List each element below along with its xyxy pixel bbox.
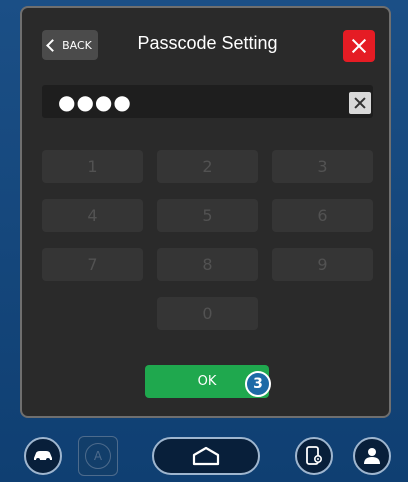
passcode-dialog: BACK Passcode Setting ●●●● 1 2 3 4 5 6 7… bbox=[20, 6, 391, 418]
home-button[interactable] bbox=[152, 437, 260, 475]
keypad-key-6[interactable]: 6 bbox=[272, 199, 373, 232]
phone-settings-icon bbox=[306, 446, 323, 465]
passcode-masked-value: ●●●● bbox=[58, 90, 132, 114]
keypad-key-4[interactable]: 4 bbox=[42, 199, 143, 232]
keypad-key-3[interactable]: 3 bbox=[272, 150, 373, 183]
keypad-key-5[interactable]: 5 bbox=[157, 199, 258, 232]
auto-button[interactable]: A bbox=[78, 436, 118, 476]
user-button[interactable] bbox=[353, 437, 391, 475]
keypad-key-7[interactable]: 7 bbox=[42, 248, 143, 281]
clear-icon[interactable] bbox=[349, 92, 371, 114]
car-icon bbox=[34, 451, 52, 462]
keypad-key-8[interactable]: 8 bbox=[157, 248, 258, 281]
close-icon[interactable] bbox=[343, 30, 375, 62]
auto-label: A bbox=[93, 449, 103, 463]
keypad-key-0[interactable]: 0 bbox=[157, 297, 258, 330]
screen-background: BACK Passcode Setting ●●●● 1 2 3 4 5 6 7… bbox=[0, 0, 408, 482]
auto-icon: A bbox=[85, 443, 111, 469]
step-badge: 3 bbox=[245, 371, 271, 397]
keypad-key-1[interactable]: 1 bbox=[42, 150, 143, 183]
dialog-title: Passcode Setting bbox=[137, 33, 278, 53]
user-icon bbox=[364, 448, 380, 464]
bottom-dock: A bbox=[0, 424, 408, 482]
keypad-key-9[interactable]: 9 bbox=[272, 248, 373, 281]
car-button[interactable] bbox=[24, 437, 62, 475]
home-icon bbox=[192, 446, 220, 466]
keypad-key-2[interactable]: 2 bbox=[157, 150, 258, 183]
phone-settings-button[interactable] bbox=[295, 437, 333, 475]
passcode-input[interactable]: ●●●● bbox=[42, 85, 373, 118]
